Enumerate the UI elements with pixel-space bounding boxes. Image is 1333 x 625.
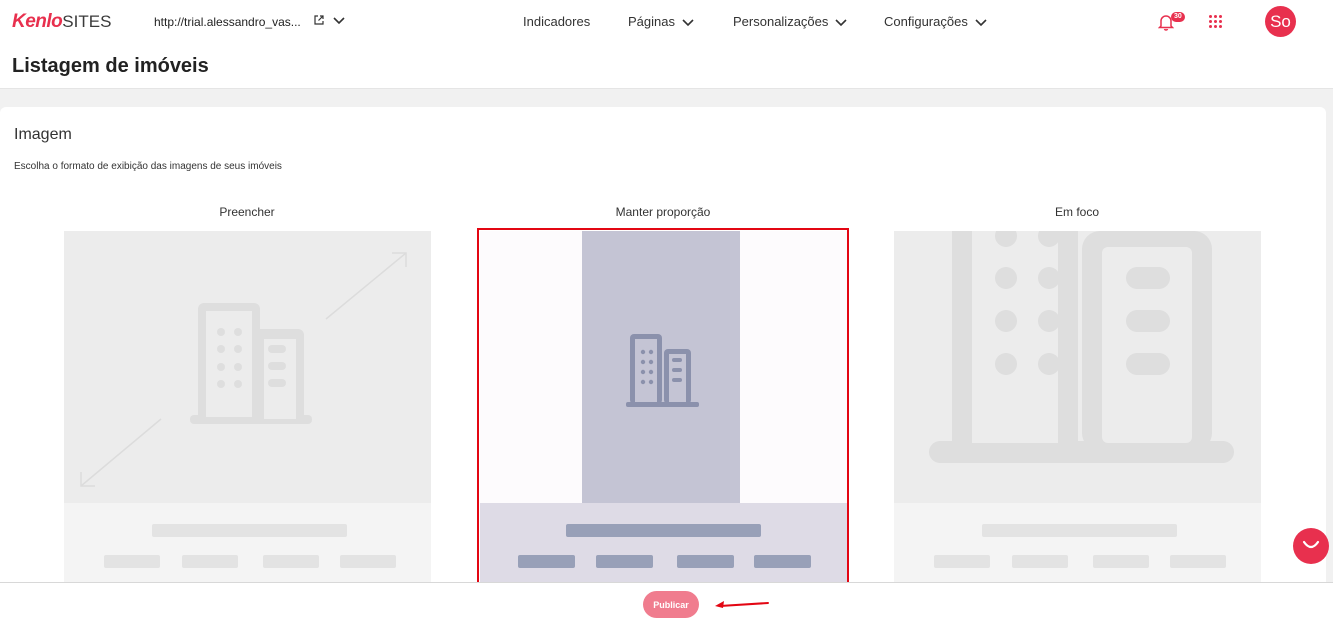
- option-label-manter-proporcao: Manter proporção: [615, 205, 711, 219]
- selected-option-highlight: [477, 228, 849, 587]
- image-option-preencher[interactable]: [64, 231, 431, 591]
- section-title: Imagem: [14, 126, 72, 143]
- kenlo-sites-logo[interactable]: KenloSITES: [12, 11, 111, 33]
- page-header: Listagem de imóveis: [0, 44, 1333, 89]
- nav-item-personalizacoes[interactable]: Personalizações: [733, 14, 848, 29]
- avatar[interactable]: So: [1265, 6, 1296, 37]
- section-description: Escolha o formato de exibição das imagen…: [14, 161, 282, 172]
- site-url[interactable]: http://trial.alessandro_vas...: [154, 15, 301, 29]
- image-settings-card: Imagem Escolha o formato de exibição das…: [0, 107, 1326, 625]
- nav-label: Personalizações: [733, 14, 829, 29]
- chevron-down-icon: [975, 18, 987, 26]
- footer-bar: Publicar: [0, 582, 1333, 625]
- chat-smile-icon: [1302, 540, 1320, 549]
- top-navbar: KenloSITES http://trial.alessandro_vas..…: [0, 0, 1333, 44]
- annotation-arrow-icon: [715, 601, 769, 608]
- publish-button[interactable]: Publicar: [643, 591, 699, 618]
- nav-item-paginas[interactable]: Páginas: [628, 14, 695, 29]
- chevron-down-icon: [835, 18, 847, 26]
- nav-label: Páginas: [628, 14, 675, 29]
- nav-item-indicadores[interactable]: Indicadores: [523, 14, 590, 29]
- option-label-preencher: Preencher: [219, 205, 275, 219]
- notification-badge: 30: [1171, 12, 1185, 22]
- apps-grid-icon[interactable]: [1209, 15, 1223, 29]
- option-label-em-foco: Em foco: [1054, 205, 1099, 219]
- chat-widget-button[interactable]: [1293, 528, 1329, 564]
- focus-preview-illustration: [894, 231, 1261, 591]
- page-title: Listagem de imóveis: [12, 55, 209, 77]
- image-option-em-foco[interactable]: [894, 231, 1261, 591]
- chevron-down-icon[interactable]: [332, 13, 346, 27]
- nav-label: Configurações: [884, 14, 968, 29]
- chevron-down-icon: [682, 18, 694, 26]
- fill-preview-illustration: [64, 231, 431, 591]
- nav-label: Indicadores: [523, 14, 591, 29]
- nav-item-configuracoes[interactable]: Configurações: [884, 14, 988, 29]
- external-link-icon[interactable]: [313, 14, 325, 26]
